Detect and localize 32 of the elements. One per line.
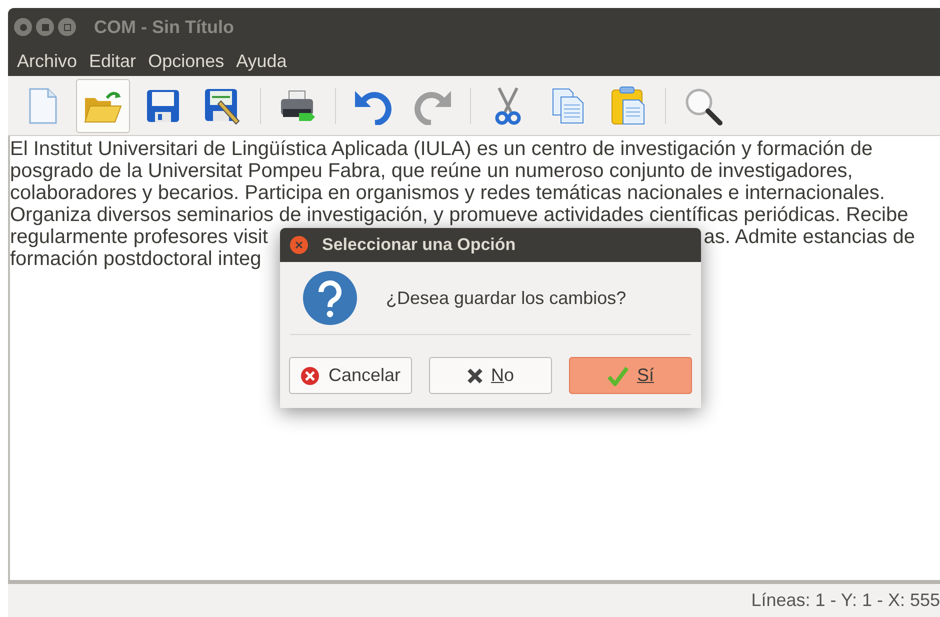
close-button[interactable] [290,236,308,254]
maximize-button[interactable] [58,18,76,36]
menu-item[interactable]: Opciones [143,48,230,74]
clipboard-icon [610,86,646,126]
dialog-title: Seleccionar una Opción [322,234,516,256]
text-line: El Institut Universitari de Lingüística Aplicada (IULA) es un centro de investigación y formación de [10,138,873,160]
scissors-icon [493,86,523,126]
window-title: COM - Sin Título [94,16,234,38]
menu-item[interactable]: Ayuda [231,48,292,74]
text-line: formación postdoctoral integ [10,248,262,270]
blank-page-icon [28,88,58,124]
cancel-button[interactable]: Cancelar [289,357,412,394]
copy-pages-icon [551,86,585,124]
checkmark-icon [606,366,629,386]
status-text: Líneas: 1 - Y: 1 - X: 555 [751,589,940,612]
close-button[interactable] [14,18,32,36]
yes-button[interactable]: Sí [569,357,692,394]
no-button[interactable]: No [429,357,552,394]
menu-item[interactable]: Editar [84,48,142,74]
text-line: posgrado de la Universitat Pompeu Fabra, que reúne un numeroso conjunto de investigadores, [10,160,853,182]
dialog-message: ¿Desea guardar los cambios? [386,286,626,310]
text-line: Organiza diversos seminarios de investigación, y promueve actividades científicas periódicas. Recibe [10,204,908,226]
text-line: as. Admite estancias de [704,226,915,248]
close-icon [295,241,303,249]
printer-icon [279,88,317,122]
menu-item[interactable]: Archivo [12,48,82,74]
cancel-icon [300,366,320,386]
text-line: colaboradores y becarios. Participa en organismos y redes temáticas nacionales e internacionales. [10,182,885,204]
x-mark-icon [466,368,483,384]
question-icon [302,270,358,326]
text-line: regularmente profesores visit [10,226,268,248]
minimize-button[interactable] [36,18,54,36]
